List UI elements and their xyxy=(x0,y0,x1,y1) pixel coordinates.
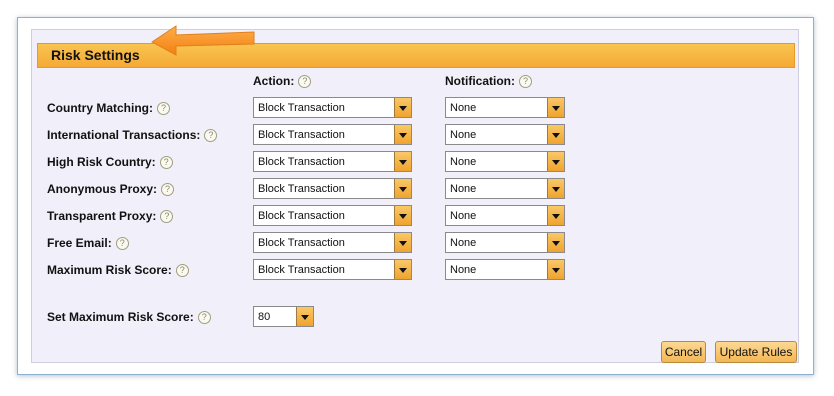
row-label-text: Free Email: xyxy=(47,236,112,250)
question-circle-icon[interactable]: ? xyxy=(161,183,175,196)
row-label-text: Transparent Proxy: xyxy=(47,209,157,223)
notification-column-label: Notification: xyxy=(445,74,515,88)
maximum-risk-score-action-select[interactable]: Block Transaction xyxy=(253,259,412,280)
selected-value: Block Transaction xyxy=(258,129,345,141)
free-email-action-select[interactable]: Block Transaction xyxy=(253,232,412,253)
action-column-header: Action:? xyxy=(253,74,312,88)
selected-value: None xyxy=(450,129,477,141)
question-circle-icon[interactable]: ? xyxy=(204,129,218,142)
notification-column-header: Notification:? xyxy=(445,74,532,88)
action-column-label: Action: xyxy=(253,74,295,88)
max-risk-score-select[interactable]: 80 xyxy=(253,306,314,327)
international-transactions-action-select[interactable]: Block Transaction xyxy=(253,124,412,145)
chevron-down-icon[interactable] xyxy=(547,206,564,225)
free-email-label: Free Email:? xyxy=(47,236,129,250)
high-risk-country-notification-select[interactable]: None xyxy=(445,151,565,172)
international-transactions-label: International Transactions:? xyxy=(47,128,218,142)
chevron-down-icon[interactable] xyxy=(296,307,313,326)
window-frame: Risk Settings Action:? Notification:? Co… xyxy=(17,17,814,375)
cancel-button[interactable]: Cancel xyxy=(661,341,706,363)
chevron-down-icon[interactable] xyxy=(394,233,411,252)
question-circle-icon[interactable]: ? xyxy=(157,102,170,115)
chevron-down-icon[interactable] xyxy=(547,179,564,198)
selected-value: Block Transaction xyxy=(258,264,345,276)
chevron-down-icon[interactable] xyxy=(394,98,411,117)
chevron-down-icon[interactable] xyxy=(394,179,411,198)
selected-value: None xyxy=(450,156,477,168)
selected-value: Block Transaction xyxy=(258,102,345,114)
maximum-risk-score-label: Maximum Risk Score:? xyxy=(47,263,189,277)
question-circle-icon[interactable]: ? xyxy=(159,156,173,169)
transparent-proxy-label: Transparent Proxy:? xyxy=(47,209,174,223)
chevron-down-icon[interactable] xyxy=(547,125,564,144)
international-transactions-notification-select[interactable]: None xyxy=(445,124,565,145)
selected-value: None xyxy=(450,264,477,276)
row-label-text: Set Maximum Risk Score: xyxy=(47,310,194,324)
question-circle-icon[interactable]: ? xyxy=(298,75,312,88)
row-label-text: Country Matching: xyxy=(47,101,153,115)
question-circle-icon[interactable]: ? xyxy=(175,264,189,277)
chevron-down-icon[interactable] xyxy=(547,152,564,171)
selected-value: Block Transaction xyxy=(258,183,345,195)
row-label-text: High Risk Country: xyxy=(47,155,156,169)
chevron-down-icon[interactable] xyxy=(547,233,564,252)
country-matching-label: Country Matching:? xyxy=(47,101,170,115)
arrow-left-icon xyxy=(151,25,255,56)
transparent-proxy-notification-select[interactable]: None xyxy=(445,205,565,226)
selected-value: None xyxy=(450,237,477,249)
chevron-down-icon[interactable] xyxy=(547,260,564,279)
anonymous-proxy-label: Anonymous Proxy:? xyxy=(47,182,175,196)
high-risk-country-action-select[interactable]: Block Transaction xyxy=(253,151,412,172)
selected-value: 80 xyxy=(258,311,271,323)
set-maximum-risk-score-label: Set Maximum Risk Score:? xyxy=(47,310,211,324)
page-title: Risk Settings xyxy=(51,47,140,63)
selected-value: None xyxy=(450,102,477,114)
update-rules-button[interactable]: Update Rules xyxy=(715,341,797,363)
risk-settings-panel: Risk Settings Action:? Notification:? Co… xyxy=(31,25,799,363)
selected-value: Block Transaction xyxy=(258,210,345,222)
question-circle-icon[interactable]: ? xyxy=(115,237,129,250)
row-label-text: Maximum Risk Score: xyxy=(47,263,172,277)
chevron-down-icon[interactable] xyxy=(394,125,411,144)
row-label-text: Anonymous Proxy: xyxy=(47,182,158,196)
selected-value: None xyxy=(450,183,477,195)
anonymous-proxy-action-select[interactable]: Block Transaction xyxy=(253,178,412,199)
country-matching-action-select[interactable]: Block Transaction xyxy=(253,97,412,118)
high-risk-country-label: High Risk Country:? xyxy=(47,155,173,169)
row-label-text: International Transactions: xyxy=(47,128,201,142)
question-circle-icon[interactable]: ? xyxy=(197,311,211,324)
maximum-risk-score-notification-select[interactable]: None xyxy=(445,259,565,280)
chevron-down-icon[interactable] xyxy=(394,206,411,225)
chevron-down-icon[interactable] xyxy=(394,260,411,279)
country-matching-notification-select[interactable]: None xyxy=(445,97,565,118)
chevron-down-icon[interactable] xyxy=(394,152,411,171)
question-circle-icon[interactable]: ? xyxy=(160,210,174,223)
chevron-down-icon[interactable] xyxy=(547,98,564,117)
anonymous-proxy-notification-select[interactable]: None xyxy=(445,178,565,199)
question-circle-icon[interactable]: ? xyxy=(519,75,532,88)
transparent-proxy-action-select[interactable]: Block Transaction xyxy=(253,205,412,226)
selected-value: None xyxy=(450,210,477,222)
selected-value: Block Transaction xyxy=(258,237,345,249)
free-email-notification-select[interactable]: None xyxy=(445,232,565,253)
selected-value: Block Transaction xyxy=(258,156,345,168)
